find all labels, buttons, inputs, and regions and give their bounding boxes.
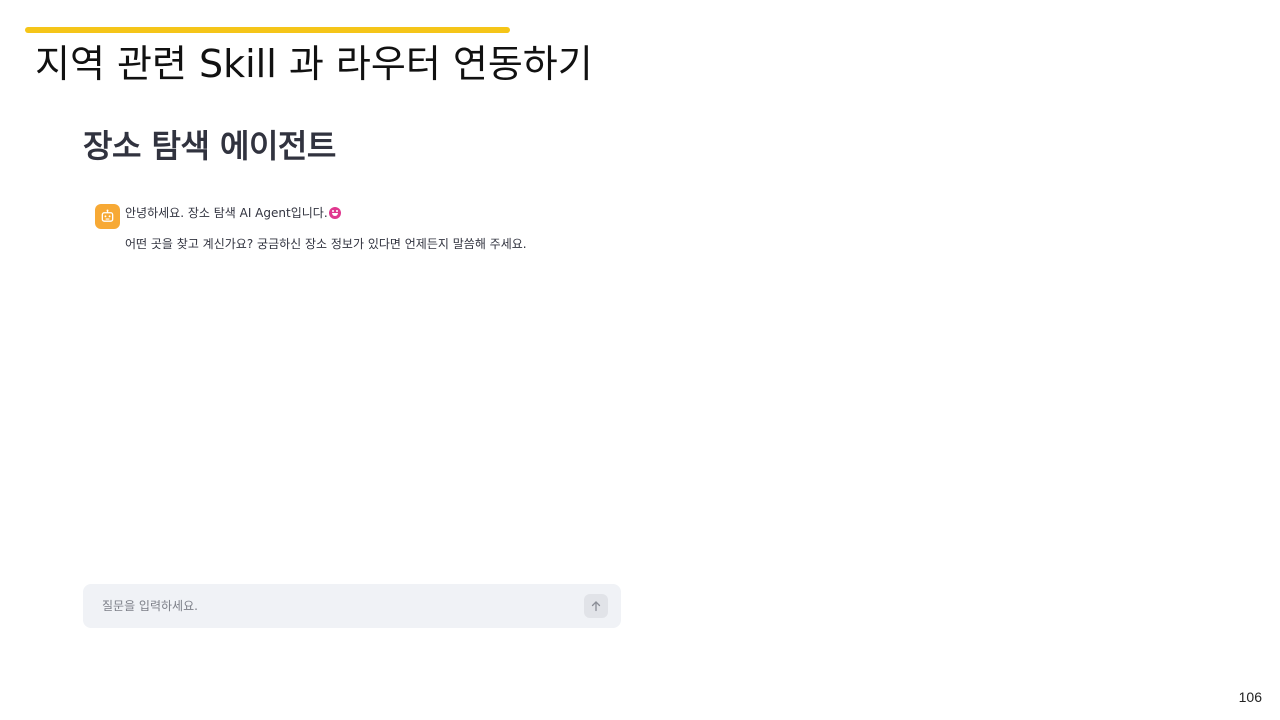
message-text-greeting: 안녕하세요. 장소 탐색 AI Agent입니다.	[125, 206, 328, 220]
smiling-face-emoji-icon	[328, 207, 341, 219]
send-button[interactable]	[584, 594, 608, 618]
chat-input[interactable]	[83, 584, 563, 628]
page-number: 106	[1238, 689, 1262, 705]
robot-face-icon	[95, 204, 120, 229]
title-accent-bar	[25, 27, 510, 33]
chat-input-container	[83, 584, 621, 628]
app-title: 장소 탐색 에이전트	[83, 127, 336, 165]
message-content: 안녕하세요. 장소 탐색 AI Agent입니다. 어떤 곳을 찾고 계신가요?…	[125, 203, 635, 254]
message-text-question: 어떤 곳을 찾고 계신가요? 궁금하신 장소 정보가 있다면 언제든지 말씀해 …	[125, 237, 527, 251]
arrow-up-icon	[590, 600, 602, 612]
message-line-1: 안녕하세요. 장소 탐색 AI Agent입니다.	[125, 203, 635, 223]
slide-title: 지역 관련 Skill 과 라우터 연동하기	[35, 42, 593, 86]
